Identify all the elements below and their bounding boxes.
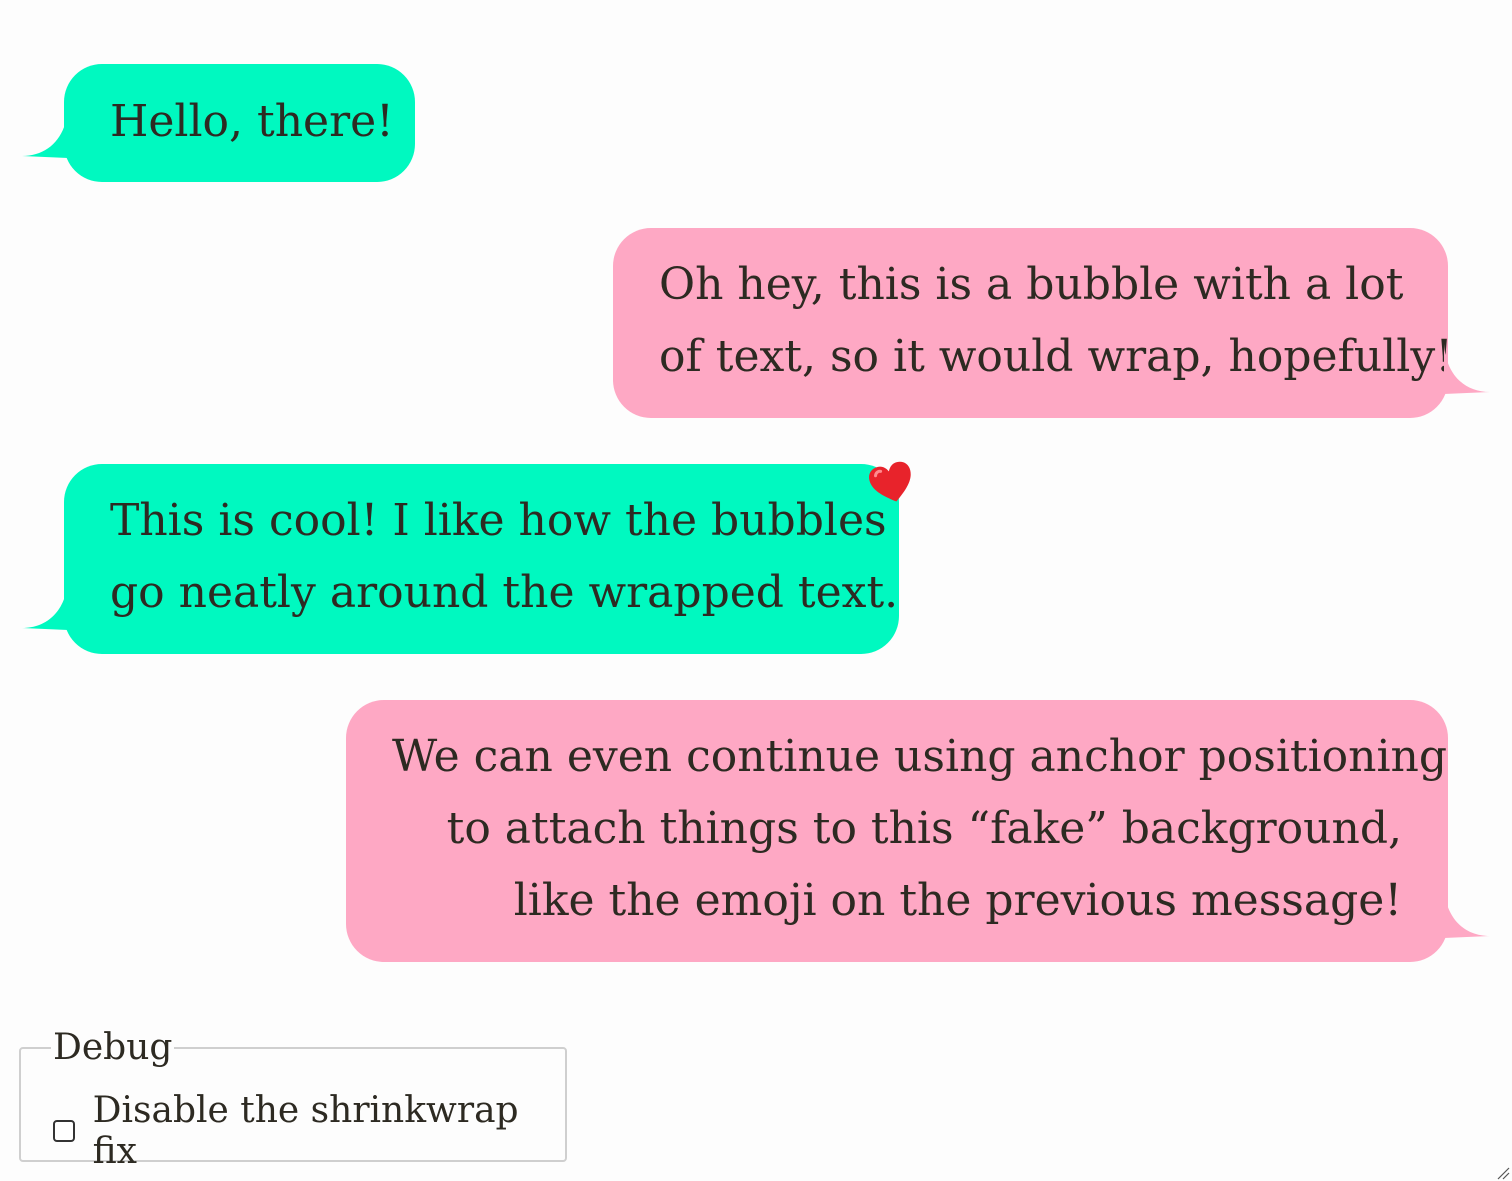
bubble-tail <box>22 108 68 158</box>
message-text-line: Oh hey, this is a bubble with a lot <box>659 259 1404 310</box>
shrinkwrap-checkbox-label: Disable the shrinkwrap fix <box>92 1090 519 1172</box>
shrinkwrap-checkbox[interactable] <box>53 1120 75 1142</box>
message-text-line: go neatly around the wrapped text. <box>110 567 899 618</box>
message-bubble-incoming: This is cool! I like how the bubbles go … <box>22 464 899 654</box>
message-bubble-outgoing: Oh hey, this is a bubble with a lot of t… <box>613 228 1490 418</box>
debug-legend: Debug <box>53 1027 173 1068</box>
bubble-tail <box>1444 344 1490 394</box>
message-bubble-incoming: Hello, there! <box>22 64 415 182</box>
resize-handle-icon[interactable] <box>1496 1165 1510 1180</box>
message-text-line: to attach things to this “fake” backgrou… <box>446 803 1402 854</box>
bubble-tail <box>1444 888 1490 938</box>
message-text-line: We can even continue using anchor positi… <box>392 731 1448 782</box>
bubble-tail <box>22 580 68 630</box>
message-text-line: Hello, there! <box>110 96 394 147</box>
debug-fieldset: Debug Disable the shrinkwrap fix <box>19 1027 567 1172</box>
message-text-line: of text, so it would wrap, hopefully! <box>659 331 1453 382</box>
message-text-line: like the emoji on the previous message! <box>513 875 1402 926</box>
message-bubble-outgoing: We can even continue using anchor positi… <box>346 700 1490 962</box>
shrinkwrap-toggle[interactable]: Disable the shrinkwrap fix <box>53 1090 565 1172</box>
message-text-line: This is cool! I like how the bubbles <box>110 495 887 546</box>
heart-emoji-icon <box>868 460 916 508</box>
